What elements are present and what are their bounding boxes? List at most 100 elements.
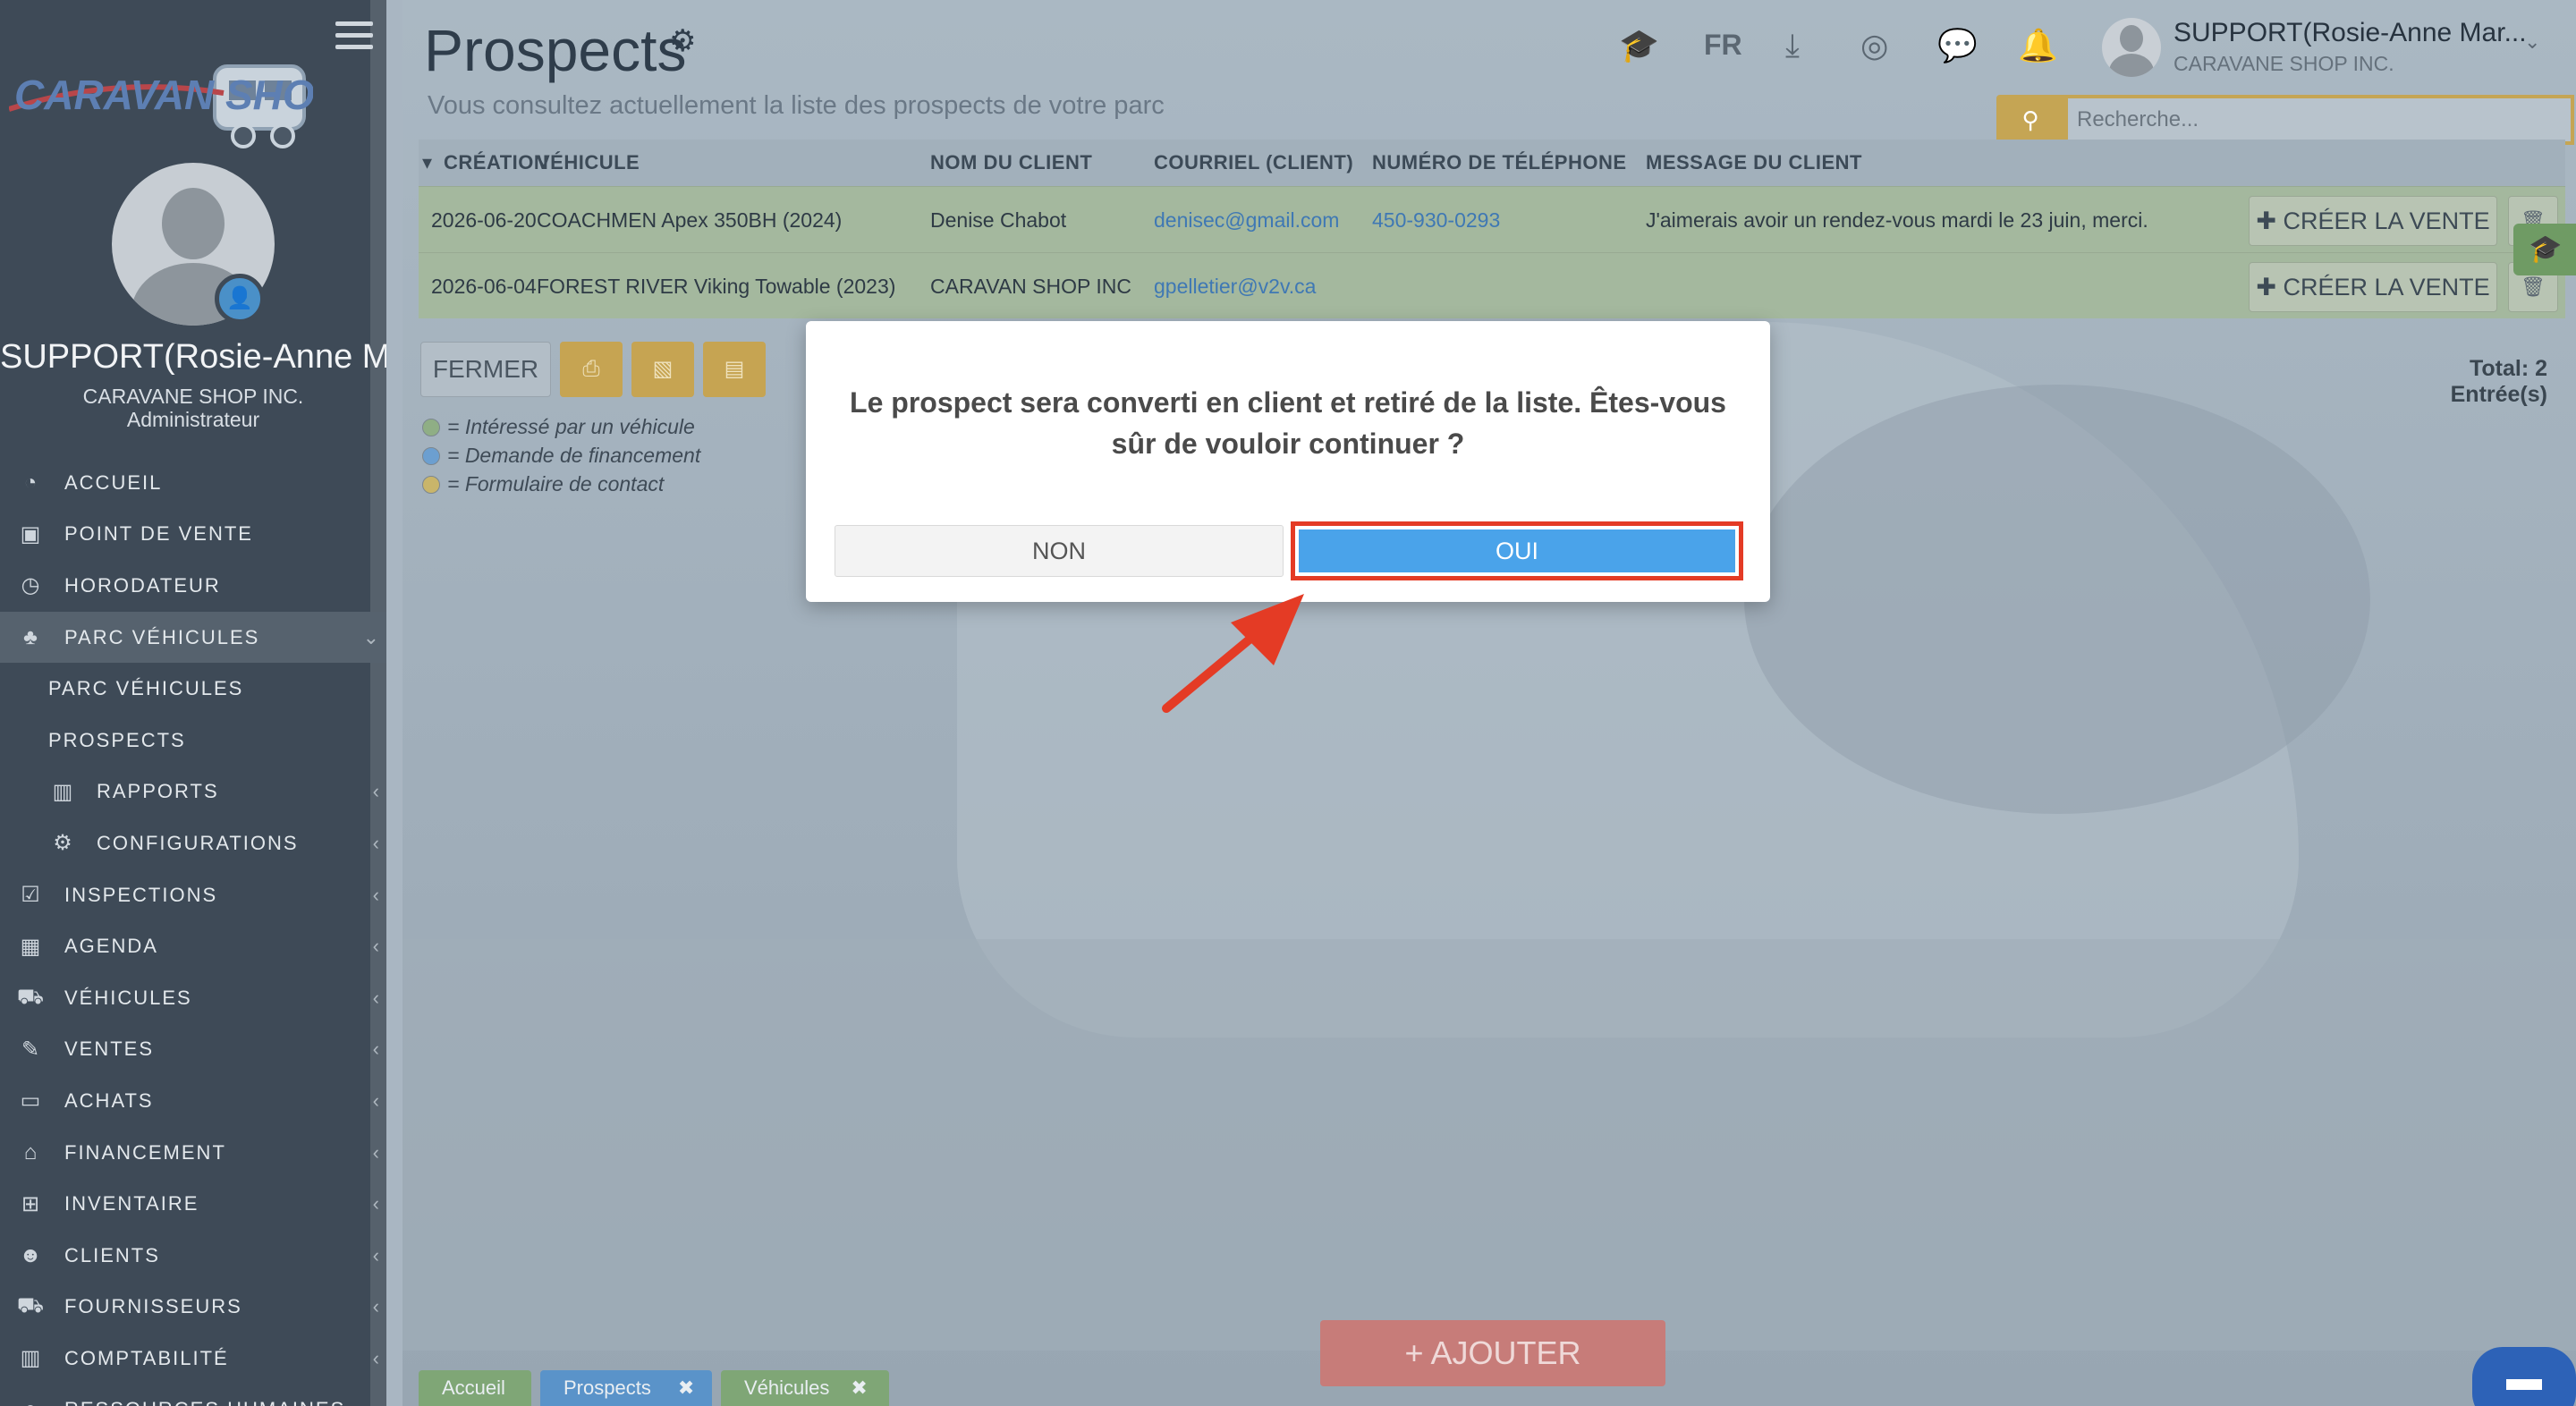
graduation-cap-icon[interactable]: 🎓 (1619, 27, 1659, 64)
clock-icon: ◷ (21, 573, 42, 598)
language-toggle[interactable]: FR (1704, 29, 1742, 62)
cell-email-link[interactable]: gpelletier@v2v.ca (1154, 253, 1316, 319)
cell-message: J'aimerais avoir un rendez-vous mardi le… (1646, 208, 2148, 232)
sidebar-item-accueil[interactable]: ◔ ACCUEIL (0, 457, 386, 509)
sidebar-item-comptabilite[interactable]: ▥ COMPTABILITÉ ‹ (0, 1333, 386, 1385)
cart-icon: ⊞ (21, 1191, 42, 1216)
excel-icon[interactable]: ▧ (631, 342, 694, 397)
chevron-left-icon: ‹ (372, 935, 381, 958)
column-client[interactable]: NOM DU CLIENT (930, 151, 1092, 174)
sidebar-item-agenda[interactable]: ▦ AGENDA ‹ (0, 920, 386, 972)
sidebar-item-achats[interactable]: ▭ ACHATS ‹ (0, 1075, 386, 1127)
close-icon[interactable]: ✖ (678, 1376, 694, 1399)
no-button[interactable]: NON (835, 525, 1284, 577)
legend-dot (422, 446, 440, 465)
graduation-cap-icon[interactable]: 🎓 (2513, 224, 2576, 275)
chevron-left-icon: ‹ (372, 1243, 381, 1266)
sidebar-item-point-de-vente[interactable]: ▣ POINT DE VENTE (0, 509, 386, 561)
sidebar-item-ventes[interactable]: ✎ VENTES ‹ (0, 1024, 386, 1076)
highlight-frame: OUI (1291, 521, 1743, 580)
help-icon[interactable]: ◎ (1860, 27, 1888, 64)
cell-vehicle: FOREST RIVER Viking Towable (2023) (537, 275, 896, 298)
caravan-shop-logo: CARAVAN SHOP (9, 64, 313, 148)
sort-desc-icon[interactable]: ▾ (422, 151, 433, 174)
table-header: ▾ CRÉATION VÉHICULE NOM DU CLIENT COURRI… (419, 140, 2565, 186)
cell-email-link[interactable]: denisec@gmail.com (1154, 187, 1339, 253)
chevron-left-icon: ‹ (372, 831, 381, 854)
bell-icon[interactable]: 🔔 (2018, 27, 2058, 64)
sidebar-user-name: SUPPORT(Rosie-Anne M... (0, 338, 386, 376)
column-email[interactable]: COURRIEL (CLIENT) (1154, 151, 1353, 174)
plus-icon: ✚ (2256, 208, 2284, 234)
legend-item: = Demande de financement (422, 444, 700, 468)
user-icon: ● (16, 1397, 47, 1406)
cell-date: 2026-06-20 (431, 208, 537, 232)
pdf-icon[interactable]: ▤ (703, 342, 766, 397)
checkbox-icon: ☑ (21, 883, 42, 908)
chevron-left-icon: ‹ (372, 1346, 381, 1369)
search-input[interactable] (2064, 95, 2574, 145)
close-icon[interactable]: ✖ (851, 1376, 867, 1399)
sidebar-item-clients[interactable]: ☻ CLIENTS ‹ (0, 1230, 386, 1282)
header-avatar[interactable] (2102, 18, 2161, 77)
bottom-tab-prospects[interactable]: Prospects ✖ (540, 1370, 712, 1406)
sidebar-item-ressources-humaines[interactable]: ●RESSOURCES HUMAINES (0, 1385, 386, 1406)
calendar-icon: ▦ (20, 934, 43, 959)
plus-icon: + (1404, 1334, 1431, 1371)
download-icon[interactable]: ⤓ (1785, 27, 1800, 65)
close-button[interactable]: FERMER (420, 342, 551, 397)
gear-icon[interactable]: ⚙ (669, 23, 696, 59)
sidebar: CARAVAN SHOP 👤 SUPPORT(Rosie-Anne M... C… (0, 0, 386, 1406)
cell-client: CARAVAN SHOP INC (930, 275, 1131, 298)
sidebar-item-parc-vehicules[interactable]: ♣ PARC VÉHICULES ⌄ (0, 611, 386, 664)
legend-item: = Intéressé par un véhicule (422, 415, 695, 439)
sidebar-item-inspections[interactable]: ☑ INSPECTIONS ‹ (0, 869, 386, 921)
chevron-left-icon: ‹ (372, 1192, 381, 1215)
background-floor-shape (402, 939, 2576, 1351)
sidebar-user-company: CARAVANE SHOP INC. (82, 385, 304, 408)
sidebar-subitem-prospects[interactable]: PROSPECTS (0, 715, 386, 767)
sidebar-item-fournisseurs[interactable]: ⛟ FOURNISSEURS ‹ (0, 1282, 386, 1334)
chat-icon[interactable]: 💬 (1937, 27, 1978, 64)
page-title: Prospects (424, 17, 687, 83)
column-message[interactable]: MESSAGE DU CLIENT (1646, 151, 1862, 174)
column-creation[interactable]: CRÉATION (444, 151, 548, 174)
main-content: Prospects ⚙ Vous consultez actuellement … (402, 0, 2576, 1406)
sidebar-item-vehicules[interactable]: ⛟ VÉHICULES ‹ (0, 972, 386, 1024)
page-subtitle: Vous consultez actuellement la liste des… (428, 91, 1165, 120)
print-icon[interactable]: ⎙ (560, 342, 623, 397)
dashboard-icon: ◔ (23, 470, 39, 495)
table-row[interactable]: 2026-06-04 FOREST RIVER Viking Towable (… (419, 252, 2565, 318)
sidebar-subitem-parc-vehicules[interactable]: PARC VÉHICULES (0, 663, 386, 715)
sitemap-icon: ♣ (23, 624, 39, 649)
bottom-tab-vehicules[interactable]: Véhicules ✖ (721, 1370, 889, 1406)
column-vehicule[interactable]: VÉHICULE (537, 151, 640, 174)
create-sale-button[interactable]: ✚ CRÉER LA VENTE (2249, 262, 2497, 312)
sidebar-subitem-configurations[interactable]: ⚙ CONFIGURATIONS ‹ (0, 817, 386, 869)
live-chat-icon[interactable]: ▬ (2472, 1347, 2576, 1406)
legend-dot (422, 418, 440, 436)
create-sale-button[interactable]: ✚ CRÉER LA VENTE (2249, 196, 2497, 246)
search-icon[interactable]: ⚲ (1996, 95, 2064, 145)
cell-phone-link[interactable]: 450-930-0293 (1372, 187, 1500, 253)
sidebar-item-inventaire[interactable]: ⊞ INVENTAIRE ‹ (0, 1178, 386, 1230)
table-row[interactable]: 2026-06-20 COACHMEN Apex 350BH (2024) De… (419, 186, 2565, 252)
hamburger-menu-icon[interactable] (335, 21, 373, 52)
header-user-name[interactable]: SUPPORT(Rosie-Anne Mar... (2174, 18, 2527, 48)
gear-icon: ⚙ (53, 831, 74, 856)
chevron-left-icon: ‹ (372, 1295, 381, 1318)
sidebar-item-financement[interactable]: ⌂ FINANCEMENT ‹ (0, 1127, 386, 1179)
edit-icon: ✎ (21, 1037, 42, 1062)
column-phone[interactable]: NUMÉRO DE TÉLÉPHONE (1372, 151, 1627, 174)
sidebar-item-horodateur[interactable]: ◷ HORODATEUR (0, 560, 386, 612)
sidebar-subitem-rapports[interactable]: ▥ RAPPORTS ‹ (0, 767, 386, 818)
prospects-table: ▾ CRÉATION VÉHICULE NOM DU CLIENT COURRI… (419, 140, 2565, 318)
yes-button[interactable]: OUI (1299, 529, 1735, 572)
bottom-tab-accueil[interactable]: Accueil (419, 1370, 531, 1406)
credit-card-icon: ▭ (20, 1088, 43, 1114)
add-button[interactable]: + AJOUTER (1320, 1320, 1665, 1386)
sidebar-user-role: Administrateur (126, 408, 260, 431)
cell-date: 2026-06-04 (431, 275, 537, 298)
chevron-down-icon[interactable]: ⌄ (2524, 30, 2540, 54)
background-window-shape (1744, 385, 2370, 814)
